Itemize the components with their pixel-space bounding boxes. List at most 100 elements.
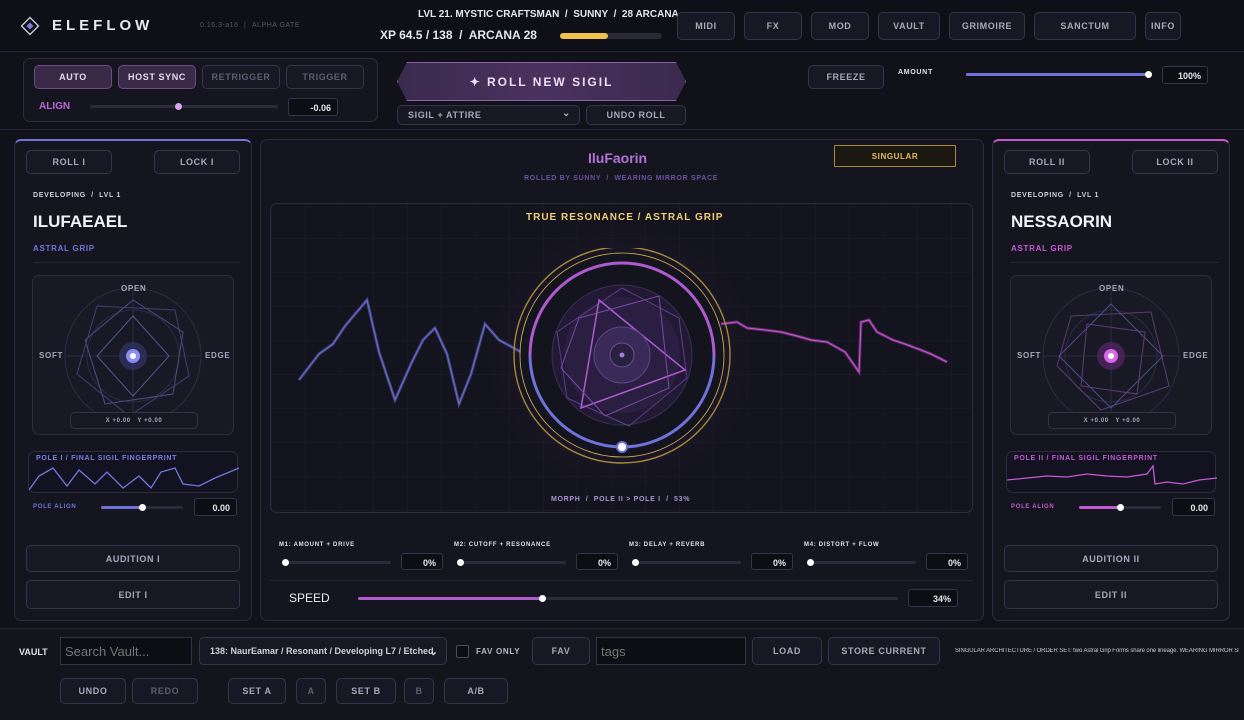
set-a-button[interactable]: SET A xyxy=(228,678,286,704)
undo-button[interactable]: UNDO xyxy=(60,678,126,704)
nav-fx-button[interactable]: FX xyxy=(744,12,802,40)
chevron-down-icon: ⌄ xyxy=(562,108,571,119)
macro-2-slider[interactable] xyxy=(457,559,566,566)
pole-right-align-label: POLE ALIGN xyxy=(1011,504,1055,510)
lock-pole-right-button[interactable]: LOCK II xyxy=(1132,150,1218,174)
pole-right-stage: DEVELOPING / LVL 1 xyxy=(1011,192,1100,199)
macro-4-knob[interactable] xyxy=(807,559,814,566)
recall-b-button[interactable]: B xyxy=(404,678,434,704)
version-separator: | xyxy=(244,22,246,29)
pole-left-fingerprint: POLE I / FINAL SIGIL FINGERPRINT xyxy=(28,451,239,493)
speed-label: SPEED xyxy=(289,591,330,605)
macro-4-value[interactable]: 0% xyxy=(926,553,968,570)
macro-3-slider[interactable] xyxy=(632,559,741,566)
tags-input[interactable] xyxy=(596,637,746,665)
host-sync-button[interactable]: HOST SYNC xyxy=(118,65,196,89)
fav-only-checkbox[interactable] xyxy=(456,645,469,658)
undo-roll-button[interactable]: UNDO ROLL xyxy=(586,105,686,125)
pole-left-form: ASTRAL GRIP xyxy=(33,244,95,253)
macro-1-slider[interactable] xyxy=(282,559,391,566)
vault-search-input[interactable] xyxy=(60,637,192,665)
roll-pole-left-button[interactable]: ROLL I xyxy=(26,150,112,174)
ab-compare-button[interactable]: A/B xyxy=(444,678,508,704)
status-line: LVL 21. MYSTIC CRAFTSMAN / SUNNY / 28 AR… xyxy=(418,9,679,20)
chevron-down-icon: ⌄ xyxy=(428,646,438,658)
preset-select[interactable]: 138: NaurEamar / Resonant / Developing L… xyxy=(199,637,447,665)
load-button[interactable]: LOAD xyxy=(752,637,822,665)
pole-right-fingerprint: POLE II / FINAL SIGIL FINGERPRINT xyxy=(1006,451,1217,493)
nav-grimoire-button[interactable]: GRIMOIRE xyxy=(949,12,1025,40)
audition-left-button[interactable]: AUDITION I xyxy=(26,545,240,572)
macro-3-value[interactable]: 0% xyxy=(751,553,793,570)
brand-name: ELEFLOW xyxy=(52,17,154,34)
amount-slider[interactable] xyxy=(966,71,1152,78)
pole-right-coords: X +0.00 Y +0.00 xyxy=(1048,412,1176,429)
app-window: ELEFLOW 0.16.3-a16 | ALPHA GATE LVL 21. … xyxy=(0,0,1244,720)
nav-mod-button[interactable]: MOD xyxy=(811,12,869,40)
auto-button[interactable]: AUTO xyxy=(34,65,112,89)
pole-right-align-value[interactable]: 0.00 xyxy=(1172,498,1215,516)
macro-4-slider[interactable] xyxy=(807,559,916,566)
set-b-button[interactable]: SET B xyxy=(336,678,396,704)
amount-slider-knob[interactable] xyxy=(1145,71,1152,78)
amount-label: AMOUNT xyxy=(898,69,933,76)
version-label: 0.16.3-a16 xyxy=(200,22,239,29)
macro-1-knob[interactable] xyxy=(282,559,289,566)
nav-vault-button[interactable]: VAULT xyxy=(878,12,940,40)
pole-left-axis-open: OPEN xyxy=(121,284,147,293)
roll-mode-value: SIGIL + ATTIRE xyxy=(408,110,482,120)
trigger-button[interactable]: TRIGGER xyxy=(286,65,364,89)
roll-new-sigil-button[interactable]: ✦ ROLL NEW SIGIL xyxy=(397,62,686,101)
speed-slider[interactable] xyxy=(358,595,898,602)
pole-left-xy-pad[interactable]: OPEN SOFT EDGE X +0.00 Y +0.00 xyxy=(32,275,234,435)
pole-left-align-knob[interactable] xyxy=(139,504,146,511)
pole-right-form: ASTRAL GRIP xyxy=(1011,244,1073,253)
speed-slider-knob[interactable] xyxy=(538,595,546,602)
pole-left-axis-edge: EDGE xyxy=(205,351,231,360)
redo-button[interactable]: REDO xyxy=(132,678,198,704)
edit-right-button[interactable]: EDIT II xyxy=(1004,580,1218,609)
speed-value[interactable]: 34% xyxy=(908,589,958,607)
visualizer-frame: TRUE RESONANCE / ASTRAL GRIP MORPH / POL… xyxy=(270,203,973,513)
section-divider xyxy=(0,129,1244,130)
pole-right-align-slider[interactable] xyxy=(1079,504,1161,511)
xp-progress-fill xyxy=(560,33,608,39)
macro-1-value[interactable]: 0% xyxy=(401,553,443,570)
pole-left-coords: X +0.00 Y +0.00 xyxy=(70,412,198,429)
audition-right-button[interactable]: AUDITION II xyxy=(1004,545,1218,572)
pole-right-xy-pad[interactable]: OPEN SOFT EDGE X +0.00 Y +0.00 xyxy=(1010,275,1212,435)
pole-right-align-knob[interactable] xyxy=(1117,504,1124,511)
pole-left-stage: DEVELOPING / LVL 1 xyxy=(33,192,122,199)
freeze-button[interactable]: FREEZE xyxy=(808,65,884,89)
amount-slider-fill xyxy=(966,73,1148,76)
store-current-button[interactable]: STORE CURRENT xyxy=(828,637,940,665)
recall-a-button[interactable]: A xyxy=(296,678,326,704)
preset-value: 138: NaurEamar / Resonant / Developing L… xyxy=(210,646,434,656)
align-slider[interactable] xyxy=(90,103,278,110)
edit-left-button[interactable]: EDIT I xyxy=(26,580,240,609)
pole-left-fingerprint-graph xyxy=(29,467,239,491)
macro-2-value[interactable]: 0% xyxy=(576,553,618,570)
macro-3-knob[interactable] xyxy=(632,559,639,566)
roll-pole-right-button[interactable]: ROLL II xyxy=(1004,150,1090,174)
pole-left-align-fill xyxy=(101,506,142,509)
pole-left-align-label: POLE ALIGN xyxy=(33,504,77,510)
roll-mode-select[interactable]: SIGIL + ATTIRE ⌄ xyxy=(397,105,580,125)
pole-left-align-value[interactable]: 0.00 xyxy=(194,498,237,516)
align-value[interactable]: -0.06 xyxy=(288,98,338,116)
pole-left-align-slider[interactable] xyxy=(101,504,183,511)
morph-line: MORPH / POLE II > POLE I / 53% xyxy=(551,496,691,503)
fav-button[interactable]: FAV xyxy=(532,637,590,665)
pole-left-fingerprint-label: POLE I / FINAL SIGIL FINGERPRINT xyxy=(36,455,178,462)
align-label: ALIGN xyxy=(39,101,71,112)
lock-pole-left-button[interactable]: LOCK I xyxy=(154,150,240,174)
xp-progress-bar xyxy=(560,33,662,39)
speed-slider-fill xyxy=(358,597,542,600)
macro-2-label: M2: CUTOFF + RESONANCE xyxy=(454,542,551,548)
nav-midi-button[interactable]: MIDI xyxy=(677,12,735,40)
amount-value[interactable]: 100% xyxy=(1162,66,1208,84)
macro-2-knob[interactable] xyxy=(457,559,464,566)
nav-info-button[interactable]: INFO xyxy=(1145,12,1181,40)
nav-sanctum-button[interactable]: SANCTUM xyxy=(1034,12,1136,40)
retrigger-button[interactable]: RETRIGGER xyxy=(202,65,280,89)
